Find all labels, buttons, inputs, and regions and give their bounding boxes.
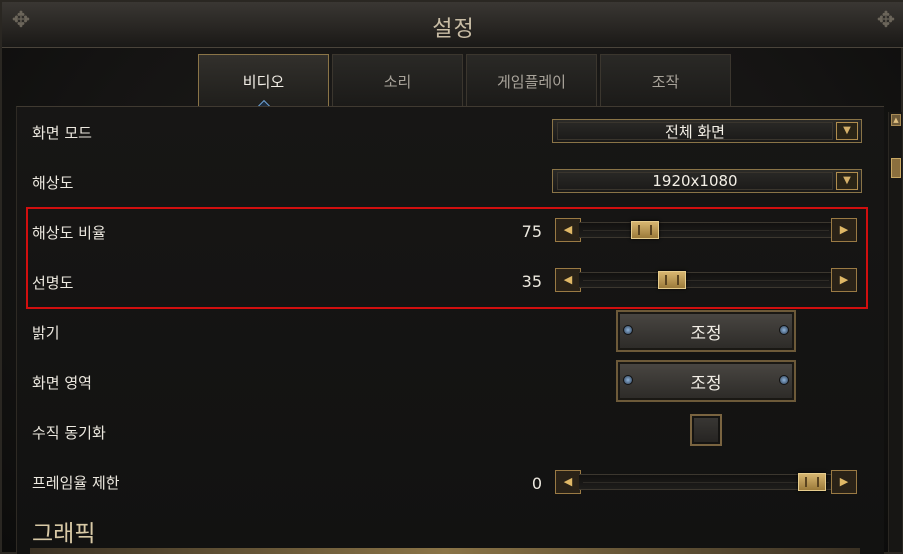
resolution-label: 해상도 — [32, 173, 74, 192]
brightness-label: 밝기 — [32, 323, 60, 342]
vsync-checkbox[interactable] — [690, 414, 722, 446]
stud-icon — [779, 375, 789, 385]
arrow-left-icon[interactable]: ◀ — [555, 470, 581, 494]
frame-limit-slider[interactable]: ◀ ▶ — [555, 470, 857, 494]
tab-sound[interactable]: 소리 — [332, 54, 463, 107]
slider-track[interactable] — [579, 474, 833, 490]
resolution-dropdown[interactable]: 1920x1080 ▼ — [552, 169, 862, 193]
stud-icon — [623, 375, 633, 385]
ornament-icon: ✥ — [876, 8, 896, 33]
settings-window: ✥ 설정 ✥ 비디오 소리 게임플레이 조작 화면 모드 전체 화면 ▼ 해상도… — [0, 0, 903, 554]
arrow-right-icon[interactable]: ▶ — [831, 470, 857, 494]
section-divider — [30, 548, 860, 554]
screen-mode-label: 화면 모드 — [32, 123, 92, 142]
section-header-graphics: 그래픽 — [32, 521, 96, 547]
screen-area-adjust-button[interactable]: 조정 — [616, 360, 796, 402]
slider-thumb[interactable] — [798, 473, 827, 491]
vsync-label: 수직 동기화 — [32, 423, 106, 442]
screen-mode-dropdown[interactable]: 전체 화면 ▼ — [552, 119, 862, 143]
tab-gameplay[interactable]: 게임플레이 — [466, 54, 597, 107]
tab-bar: 비디오 소리 게임플레이 조작 — [198, 54, 731, 108]
frame-limit-value: 0 — [531, 474, 542, 493]
screen-area-label: 화면 영역 — [32, 373, 92, 392]
brightness-adjust-label: 조정 — [690, 323, 722, 344]
stud-icon — [623, 325, 633, 335]
frame-limit-label: 프레임율 제한 — [32, 473, 120, 492]
highlight-box — [26, 207, 868, 309]
title-bar: ✥ 설정 ✥ — [2, 2, 903, 48]
window-title: 설정 — [432, 17, 475, 42]
tab-controls[interactable]: 조작 — [600, 54, 731, 107]
stud-icon — [779, 325, 789, 335]
chevron-down-icon: ▼ — [836, 172, 858, 190]
resolution-value: 1920x1080 — [557, 172, 833, 190]
scroll-thumb[interactable] — [891, 158, 901, 178]
brightness-adjust-button[interactable]: 조정 — [616, 310, 796, 352]
screen-mode-value: 전체 화면 — [557, 122, 833, 141]
tab-video[interactable]: 비디오 — [198, 54, 329, 107]
screen-area-adjust-label: 조정 — [690, 373, 722, 394]
chevron-down-icon: ▼ — [836, 122, 858, 140]
scrollbar[interactable]: ▲ — [888, 112, 902, 552]
chevron-up-icon[interactable]: ▲ — [891, 114, 901, 126]
